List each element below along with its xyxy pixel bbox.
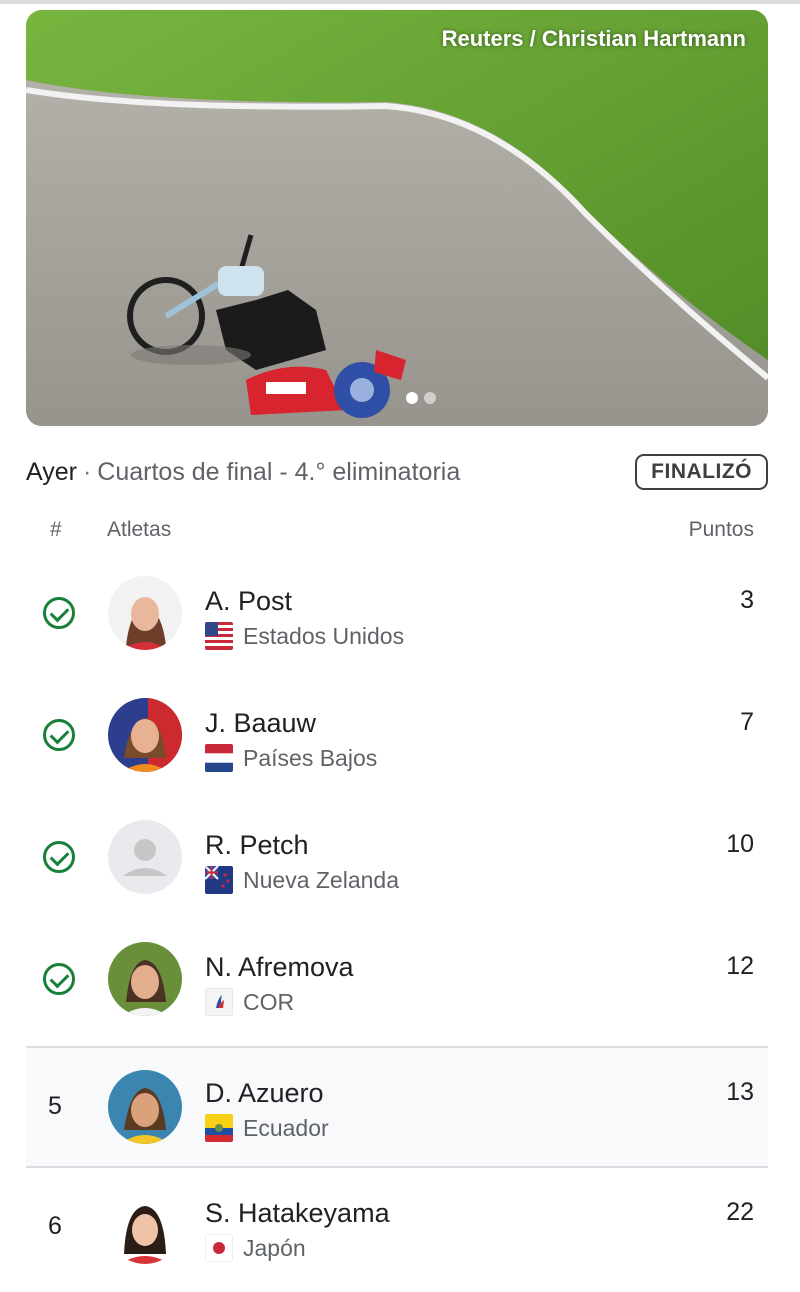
flag-usa-icon (205, 622, 233, 650)
athlete-country: Nueva Zelanda (205, 866, 399, 894)
athlete-name[interactable]: J. Baauw (205, 708, 316, 739)
status-badge: FINALIZÓ (635, 454, 768, 490)
athlete-country: Países Bajos (205, 744, 377, 772)
table-row[interactable]: 5 D. Azuero Ecuador 13 (26, 1046, 768, 1168)
avatar (108, 576, 182, 650)
qualified-check-icon (43, 597, 75, 629)
country-name: Países Bajos (243, 744, 378, 771)
bmx-crash-photo (26, 10, 768, 426)
qualified-check-icon (43, 719, 75, 751)
country-name: Nueva Zelanda (243, 866, 399, 893)
flag-ecuador-icon (205, 1114, 233, 1142)
athlete-points: 12 (726, 952, 754, 980)
athlete-country: Ecuador (205, 1114, 329, 1142)
athlete-name[interactable]: R. Petch (205, 830, 309, 861)
country-name: Japón (243, 1234, 306, 1261)
athlete-points: 13 (726, 1078, 754, 1106)
column-header-rank: # (50, 518, 62, 541)
athlete-points: 10 (726, 830, 754, 858)
athlete-name[interactable]: A. Post (205, 586, 292, 617)
athlete-name[interactable]: S. Hatakeyama (205, 1198, 390, 1229)
table-row[interactable]: N. Afremova COR 12 (26, 918, 768, 1040)
qualified-check-icon (43, 841, 75, 873)
athlete-points: 3 (740, 586, 754, 614)
avatar (108, 1070, 182, 1144)
column-header-points: Puntos (688, 518, 754, 541)
qualified-check-icon (43, 963, 75, 995)
top-divider (0, 0, 800, 4)
event-meta: Ayer · Cuartos de final - 4.° eliminator… (26, 452, 768, 492)
athlete-country: COR (205, 988, 294, 1016)
athlete-name[interactable]: D. Azuero (205, 1078, 324, 1109)
flag-netherlands-icon (205, 744, 233, 772)
table-row[interactable]: R. Petch Nueva Zelanda 10 (26, 796, 768, 918)
avatar (108, 942, 182, 1016)
country-name: COR (243, 988, 295, 1015)
meta-separator: · (82, 457, 92, 486)
event-round: Cuartos de final - 4.° eliminatoria (97, 457, 461, 486)
athlete-points: 22 (726, 1198, 754, 1226)
column-header-athletes: Atletas (107, 518, 172, 541)
avatar (108, 1190, 182, 1264)
carousel-dot-1[interactable] (406, 392, 418, 404)
table-row[interactable]: 6 S. Hatakeyama Japón 22 (26, 1168, 768, 1290)
athlete-name[interactable]: N. Afremova (205, 952, 354, 983)
athlete-country: Japón (205, 1234, 306, 1262)
carousel-dot-2[interactable] (424, 392, 436, 404)
athlete-points: 7 (740, 708, 754, 736)
country-name: Estados Unidos (243, 622, 405, 649)
photo-credit: Reuters / Christian Hartmann (441, 26, 746, 51)
rank-number: 5 (48, 1092, 62, 1120)
carousel-dots[interactable] (406, 392, 436, 404)
flag-new-zealand-icon (205, 866, 233, 894)
athlete-country: Estados Unidos (205, 622, 404, 650)
event-day: Ayer (26, 457, 77, 486)
rank-number: 6 (48, 1212, 62, 1240)
flag-roc-icon (205, 988, 233, 1016)
person-placeholder-icon (108, 820, 182, 894)
flag-japan-icon (205, 1234, 233, 1262)
table-row[interactable]: A. Post Estados Unidos 3 (26, 552, 768, 674)
avatar (108, 698, 182, 772)
country-name: Ecuador (243, 1114, 329, 1141)
avatar (108, 820, 182, 894)
event-photo[interactable]: Reuters / Christian Hartmann (26, 10, 768, 426)
table-row[interactable]: J. Baauw Países Bajos 7 (26, 674, 768, 796)
